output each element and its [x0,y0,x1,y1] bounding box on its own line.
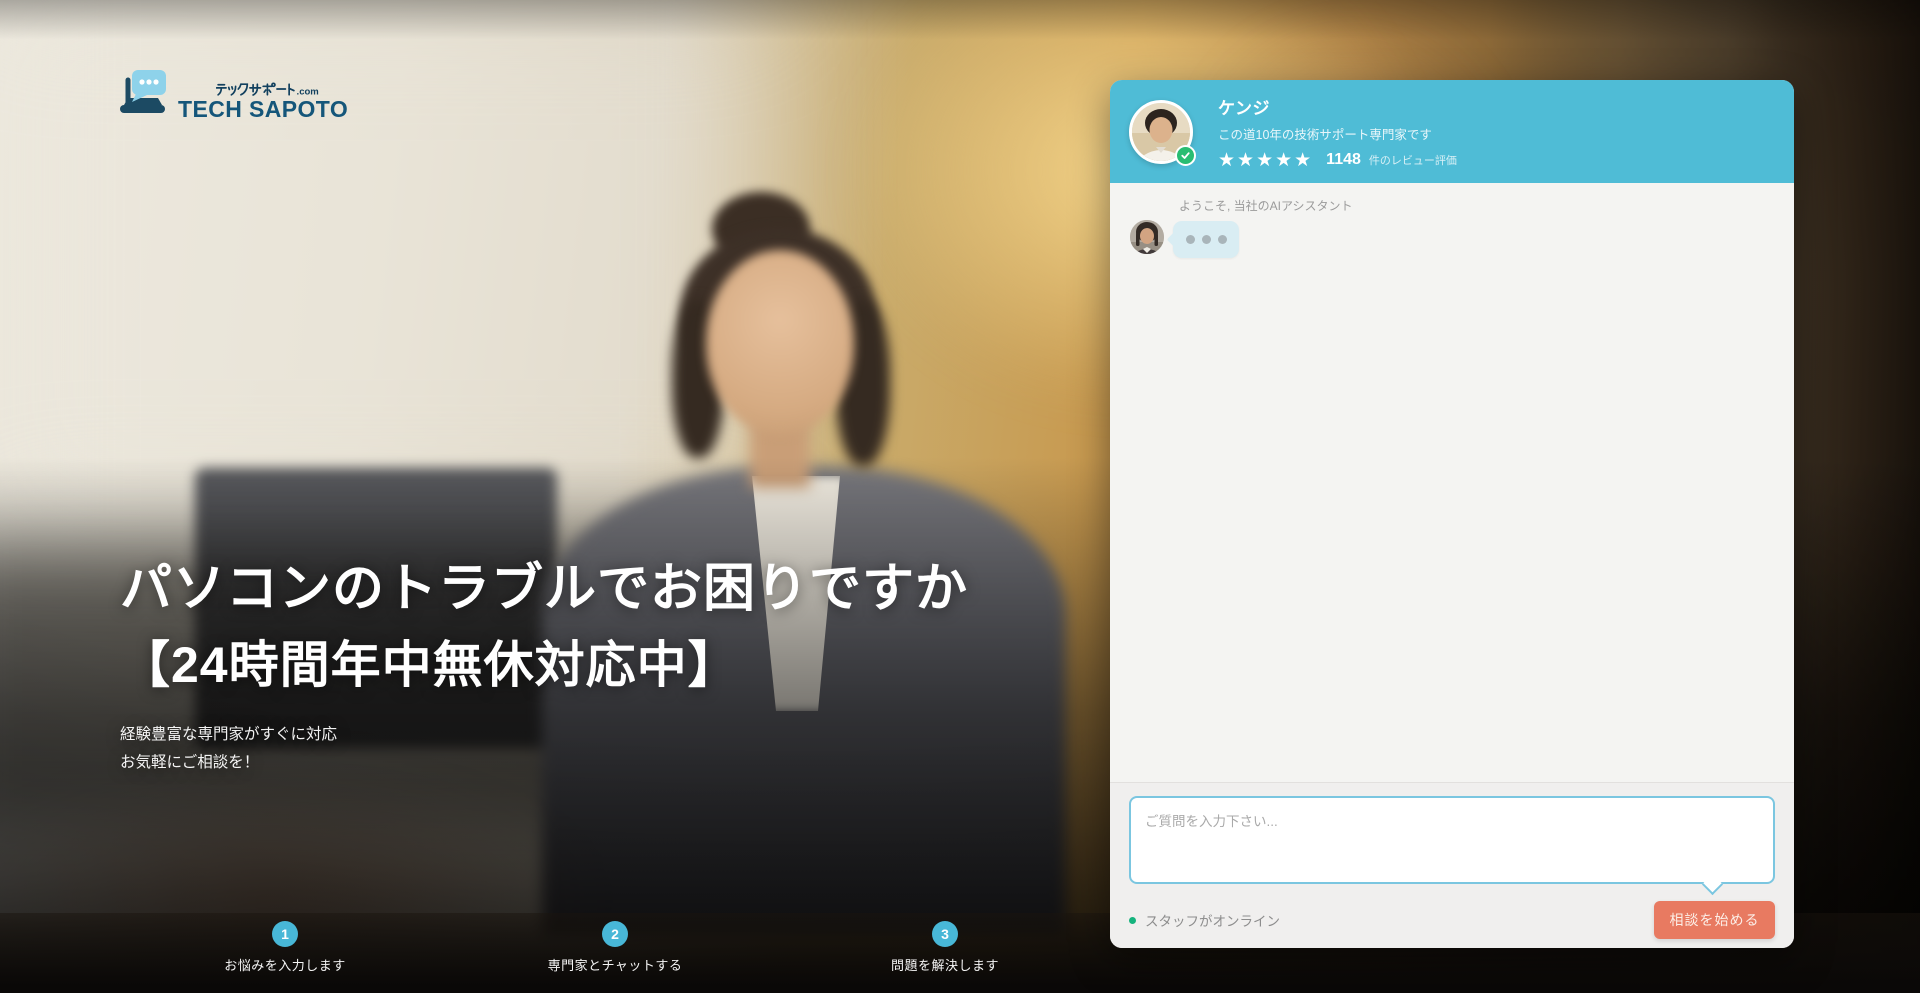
agent-info: ケンジ この道10年の技術サポート専門家です ★★★★★ 1148 件のレビュー… [1218,94,1457,170]
typing-dot [1186,235,1195,244]
hero-subtext-line1: 経験豊富な専門家がすぐに対応 [120,721,968,749]
step-3: 3 問題を解決します [825,921,1065,974]
message-input-wrap [1129,796,1775,884]
typing-dot [1218,235,1227,244]
review-count: 1148 [1326,151,1361,169]
step-2: 2 専門家とチャットする [495,921,735,974]
composer-footer-row: スタッフがオンライン 相談を始める [1129,901,1775,939]
star-rating-icons: ★★★★★ [1218,151,1313,170]
step-3-number-badge: 3 [932,921,958,947]
chat-composer: スタッフがオンライン 相談を始める [1110,782,1794,948]
online-status: スタッフがオンライン [1129,910,1280,930]
typing-dot [1202,235,1211,244]
headline-line2: 【24時間年中無休対応中】 [120,638,968,693]
laptop-chat-icon [118,68,168,121]
message-input[interactable] [1129,796,1775,884]
step-3-label: 問題を解決します [825,955,1065,974]
step-1: 1 お悩みを入力します [165,921,405,974]
chat-widget: ケンジ この道10年の技術サポート専門家です ★★★★★ 1148 件のレビュー… [1110,80,1794,948]
message-row [1130,220,1774,258]
online-status-dot-icon [1129,917,1136,924]
step-2-number-badge: 2 [602,921,628,947]
online-status-label: スタッフがオンライン [1145,910,1280,930]
message-avatar [1130,220,1164,254]
page: .com TECH SAPOTO パソコンのトラブルでお困りですか 【24時間年… [0,0,1920,993]
step-2-label: 専門家とチャットする [495,955,735,974]
send-button[interactable]: 相談を始める [1654,901,1775,939]
logo-tagline: .com [216,82,322,97]
agent-avatar [1129,100,1193,164]
step-1-number-badge: 1 [272,921,298,947]
logo-text-block: .com TECH SAPOTO [178,82,348,121]
hero-copy: パソコンのトラブルでお困りですか 【24時間年中無休対応中】 経験豊富な専門家が… [120,560,968,777]
agent-rating: ★★★★★ 1148 件のレビュー評価 [1218,151,1457,170]
verified-badge-icon [1175,145,1196,166]
headline-line1: パソコンのトラブルでお困りですか [120,560,968,620]
logo-title: TECH SAPOTO [178,98,348,121]
step-1-label: お悩みを入力します [165,955,405,974]
hero-subtext-line2: お気軽にご相談を！ [120,749,968,777]
agent-name: ケンジ [1218,94,1457,119]
hero-subtext: 経験豊富な専門家がすぐに対応 お気軽にご相談を！ [120,721,968,777]
agent-subtitle: この道10年の技術サポート専門家です [1218,124,1457,143]
message-sender-label: ようこそ, 当社のAIアシスタント [1179,197,1774,214]
site-logo[interactable]: .com TECH SAPOTO [118,68,348,121]
typing-indicator-bubble [1173,221,1239,258]
review-count-label: 件のレビュー評価 [1369,152,1457,168]
chat-header: ケンジ この道10年の技術サポート専門家です ★★★★★ 1148 件のレビュー… [1110,80,1794,183]
chat-message-area: ようこそ, 当社のAIアシスタント [1110,183,1794,782]
